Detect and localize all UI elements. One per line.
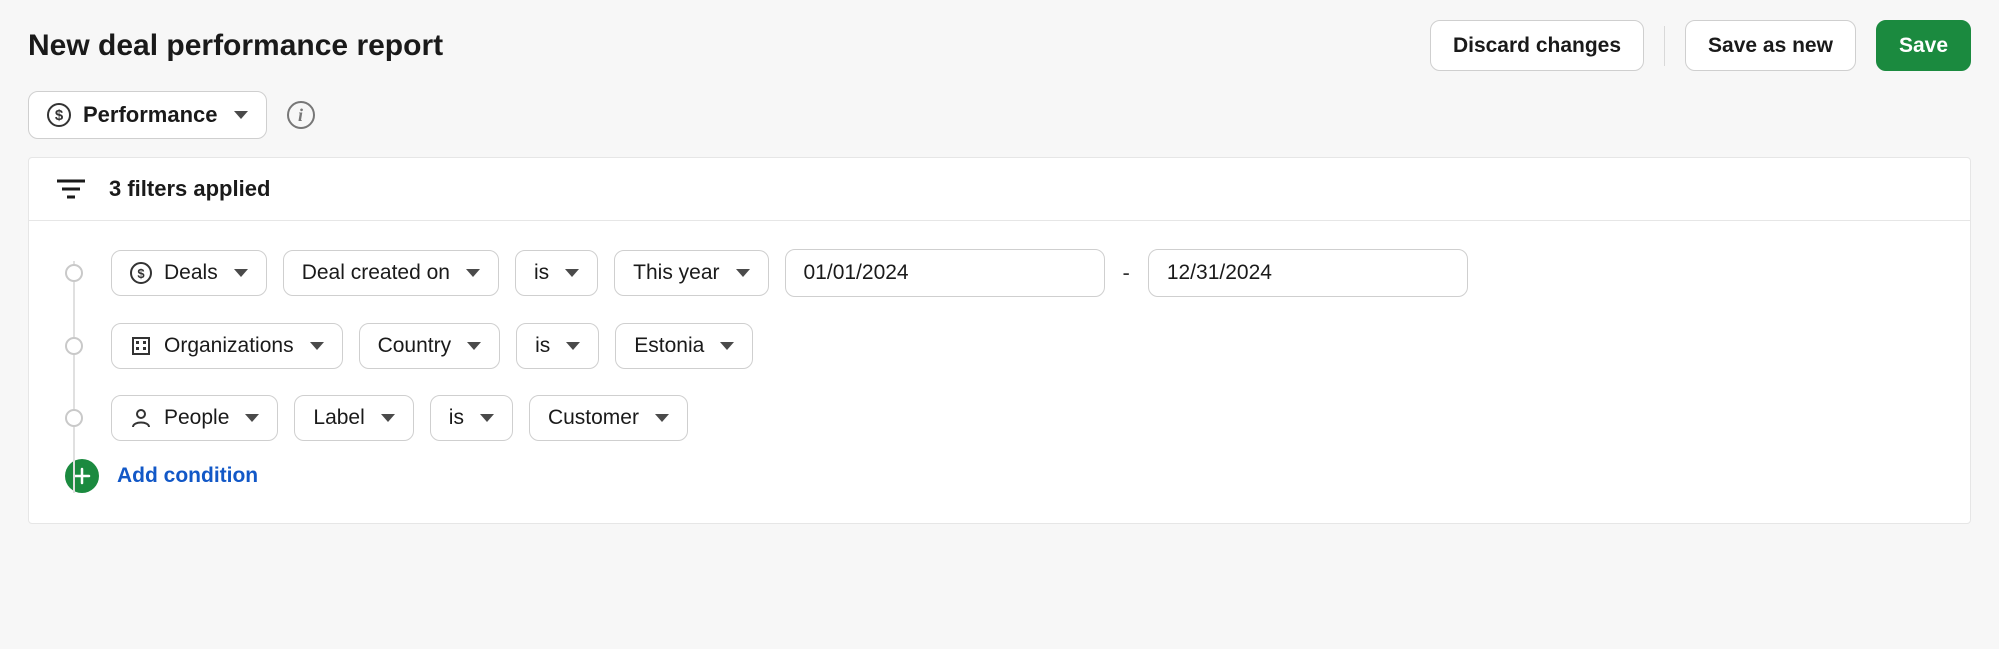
chevron-down-icon — [565, 269, 579, 277]
date-to-input[interactable] — [1148, 249, 1468, 297]
filters-body: $ Deals Deal created on is This year — [29, 221, 1970, 523]
filter-group: Organizations Country is Estonia — [111, 323, 753, 369]
value-label: Estonia — [634, 334, 704, 358]
chevron-down-icon — [466, 269, 480, 277]
field-dropdown[interactable]: Deal created on — [283, 250, 499, 296]
field-dropdown[interactable]: Label — [294, 395, 413, 441]
filters-panel: 3 filters applied $ Deals Deal created o… — [28, 157, 1971, 524]
filter-node — [65, 337, 83, 355]
dollar-icon: $ — [130, 262, 152, 284]
save-as-new-button[interactable]: Save as new — [1685, 20, 1856, 71]
operator-label: is — [449, 406, 464, 430]
chevron-down-icon — [234, 269, 248, 277]
date-from-input[interactable] — [785, 249, 1105, 297]
info-icon[interactable]: i — [287, 101, 315, 129]
operator-dropdown[interactable]: is — [515, 250, 598, 296]
value-label: Customer — [548, 406, 639, 430]
filter-node — [65, 409, 83, 427]
filter-icon — [57, 178, 85, 200]
add-condition-button[interactable] — [65, 459, 99, 493]
field-label: Label — [313, 406, 364, 430]
building-icon — [130, 335, 152, 357]
range-separator: - — [1121, 260, 1132, 286]
filters-panel-header: 3 filters applied — [29, 158, 1970, 221]
report-type-row: $ Performance i — [28, 91, 1971, 139]
filter-row: People Label is Customer — [65, 395, 1942, 441]
person-icon — [130, 407, 152, 429]
preset-dropdown[interactable]: This year — [614, 250, 768, 296]
chevron-down-icon — [720, 342, 734, 350]
chevron-down-icon — [381, 414, 395, 422]
plus-icon — [73, 467, 91, 485]
dollar-icon: $ — [47, 103, 71, 127]
report-type-label: Performance — [83, 102, 218, 128]
entity-dropdown-organizations[interactable]: Organizations — [111, 323, 343, 369]
filter-group: People Label is Customer — [111, 395, 688, 441]
filter-group: $ Deals Deal created on is This year — [111, 249, 1468, 297]
field-label: Country — [378, 334, 452, 358]
entity-label: Deals — [164, 261, 218, 285]
filter-node — [65, 264, 83, 282]
add-condition-link[interactable]: Add condition — [117, 464, 258, 488]
report-builder-page: New deal performance report Discard chan… — [0, 0, 1999, 564]
operator-label: is — [534, 261, 549, 285]
divider — [1664, 26, 1665, 66]
page-title: New deal performance report — [28, 29, 443, 63]
add-condition-row: Add condition — [65, 459, 1942, 493]
chevron-down-icon — [480, 414, 494, 422]
operator-dropdown[interactable]: is — [430, 395, 513, 441]
operator-dropdown[interactable]: is — [516, 323, 599, 369]
entity-label: People — [164, 406, 229, 430]
field-label: Deal created on — [302, 261, 450, 285]
chevron-down-icon — [566, 342, 580, 350]
chevron-down-icon — [736, 269, 750, 277]
operator-label: is — [535, 334, 550, 358]
entity-label: Organizations — [164, 334, 294, 358]
filter-row: Organizations Country is Estonia — [65, 323, 1942, 369]
discard-changes-button[interactable]: Discard changes — [1430, 20, 1644, 71]
value-dropdown[interactable]: Estonia — [615, 323, 753, 369]
field-dropdown[interactable]: Country — [359, 323, 501, 369]
header-actions: Discard changes Save as new Save — [1430, 20, 1971, 71]
chevron-down-icon — [467, 342, 481, 350]
filter-row: $ Deals Deal created on is This year — [65, 249, 1942, 297]
save-button[interactable]: Save — [1876, 20, 1971, 71]
chevron-down-icon — [234, 111, 248, 119]
chevron-down-icon — [245, 414, 259, 422]
preset-label: This year — [633, 261, 719, 285]
report-type-dropdown[interactable]: $ Performance — [28, 91, 267, 139]
entity-dropdown-people[interactable]: People — [111, 395, 278, 441]
filters-summary: 3 filters applied — [109, 176, 270, 202]
chevron-down-icon — [310, 342, 324, 350]
entity-dropdown-deals[interactable]: $ Deals — [111, 250, 267, 296]
header: New deal performance report Discard chan… — [28, 20, 1971, 71]
chevron-down-icon — [655, 414, 669, 422]
value-dropdown[interactable]: Customer — [529, 395, 688, 441]
